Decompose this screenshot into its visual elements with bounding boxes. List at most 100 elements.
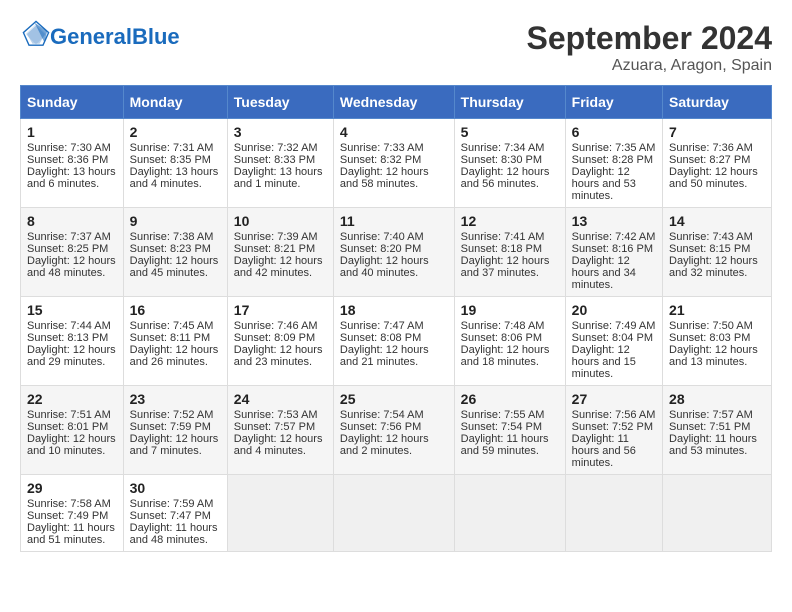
sunset-label: Sunset: 8:23 PM — [130, 243, 211, 255]
sunset-label: Sunset: 8:04 PM — [572, 332, 653, 344]
day-number: 27 — [572, 391, 656, 407]
sunrise-label: Sunrise: 7:44 AM — [27, 320, 111, 332]
calendar-cell: 2Sunrise: 7:31 AMSunset: 8:35 PMDaylight… — [123, 119, 227, 208]
sunrise-label: Sunrise: 7:36 AM — [669, 142, 753, 154]
calendar-row: 1Sunrise: 7:30 AMSunset: 8:36 PMDaylight… — [21, 119, 772, 208]
day-number: 15 — [27, 302, 117, 318]
day-number: 18 — [340, 302, 448, 318]
sunrise-label: Sunrise: 7:30 AM — [27, 142, 111, 154]
calendar-cell: 20Sunrise: 7:49 AMSunset: 8:04 PMDayligh… — [565, 297, 662, 386]
day-number: 10 — [234, 213, 327, 229]
daylight-label: Daylight: 12 hours and 32 minutes. — [669, 255, 758, 279]
daylight-label: Daylight: 11 hours and 51 minutes. — [27, 522, 115, 546]
day-number: 13 — [572, 213, 656, 229]
daylight-label: Daylight: 13 hours and 1 minute. — [234, 166, 323, 190]
day-number: 22 — [27, 391, 117, 407]
daylight-label: Daylight: 12 hours and 29 minutes. — [27, 344, 116, 368]
calendar-cell: 1Sunrise: 7:30 AMSunset: 8:36 PMDaylight… — [21, 119, 124, 208]
sunrise-label: Sunrise: 7:37 AM — [27, 231, 111, 243]
daylight-label: Daylight: 12 hours and 37 minutes. — [461, 255, 550, 279]
sunset-label: Sunset: 8:08 PM — [340, 332, 421, 344]
calendar-cell: 13Sunrise: 7:42 AMSunset: 8:16 PMDayligh… — [565, 208, 662, 297]
calendar-cell: 18Sunrise: 7:47 AMSunset: 8:08 PMDayligh… — [333, 297, 454, 386]
sunset-label: Sunset: 7:52 PM — [572, 421, 653, 433]
daylight-label: Daylight: 13 hours and 6 minutes. — [27, 166, 116, 190]
calendar-cell: 8Sunrise: 7:37 AMSunset: 8:25 PMDaylight… — [21, 208, 124, 297]
daylight-label: Daylight: 12 hours and 15 minutes. — [572, 344, 636, 380]
calendar-cell — [333, 475, 454, 552]
calendar-cell: 6 Sunrise: 7:35 AMSunset: 8:28 PMDaylight… — [565, 119, 662, 208]
calendar-cell: 5Sunrise: 7:34 AMSunset: 8:30 PMDaylight… — [454, 119, 565, 208]
sunset-label: Sunset: 8:35 PM — [130, 154, 211, 166]
header-sunday: Sunday — [21, 86, 124, 119]
calendar-cell: 27Sunrise: 7:56 AMSunset: 7:52 PMDayligh… — [565, 386, 662, 475]
sunrise-label: Sunrise: 7:35 AM — [572, 142, 656, 154]
sunset-label: Sunset: 8:16 PM — [572, 243, 653, 255]
sunset-label: Sunset: 8:30 PM — [461, 154, 542, 166]
sunset-label: Sunset: 7:56 PM — [340, 421, 421, 433]
calendar-cell: 3Sunrise: 7:32 AMSunset: 8:33 PMDaylight… — [227, 119, 333, 208]
daylight-label: Daylight: 12 hours and 2 minutes. — [340, 433, 429, 457]
day-number: 28 — [669, 391, 765, 407]
day-number: 16 — [130, 302, 221, 318]
daylight-label: Daylight: 12 hours and 26 minutes. — [130, 344, 219, 368]
calendar-cell: 30Sunrise: 7:59 AMSunset: 7:47 PMDayligh… — [123, 475, 227, 552]
calendar-cell: 21Sunrise: 7:50 AMSunset: 8:03 PMDayligh… — [663, 297, 772, 386]
day-number: 9 — [130, 213, 221, 229]
title-block: September 2024 Azuara, Aragon, Spain — [527, 20, 772, 75]
daylight-label: Daylight: 11 hours and 53 minutes. — [669, 433, 757, 457]
day-number: 5 — [461, 124, 559, 140]
daylight-label: Daylight: 12 hours and 53 minutes. — [572, 166, 636, 202]
sunset-label: Sunset: 8:15 PM — [669, 243, 750, 255]
logo-icon — [22, 20, 50, 48]
sunrise-label: Sunrise: 7:32 AM — [234, 142, 318, 154]
sunset-label: Sunset: 8:32 PM — [340, 154, 421, 166]
calendar-cell: 26Sunrise: 7:55 AMSunset: 7:54 PMDayligh… — [454, 386, 565, 475]
location: Azuara, Aragon, Spain — [527, 57, 772, 75]
day-number: 12 — [461, 213, 559, 229]
daylight-label: Daylight: 12 hours and 45 minutes. — [130, 255, 219, 279]
sunrise-label: Sunrise: 7:58 AM — [27, 498, 111, 510]
daylight-label: Daylight: 12 hours and 4 minutes. — [234, 433, 323, 457]
calendar-cell — [663, 475, 772, 552]
daylight-label: Daylight: 12 hours and 18 minutes. — [461, 344, 550, 368]
daylight-label: Daylight: 12 hours and 56 minutes. — [461, 166, 550, 190]
calendar-cell: 23Sunrise: 7:52 AMSunset: 7:59 PMDayligh… — [123, 386, 227, 475]
daylight-label: Daylight: 12 hours and 42 minutes. — [234, 255, 323, 279]
day-number: 6 — [572, 124, 656, 140]
sunrise-label: Sunrise: 7:33 AM — [340, 142, 424, 154]
month-title: September 2024 — [527, 20, 772, 57]
sunset-label: Sunset: 8:28 PM — [572, 154, 653, 166]
calendar-row: 22Sunrise: 7:51 AMSunset: 8:01 PMDayligh… — [21, 386, 772, 475]
day-number: 24 — [234, 391, 327, 407]
sunrise-label: Sunrise: 7:39 AM — [234, 231, 318, 243]
sunset-label: Sunset: 7:59 PM — [130, 421, 211, 433]
daylight-label: Daylight: 12 hours and 34 minutes. — [572, 255, 636, 291]
sunset-label: Sunset: 8:03 PM — [669, 332, 750, 344]
sunrise-label: Sunrise: 7:41 AM — [461, 231, 545, 243]
daylight-label: Daylight: 12 hours and 48 minutes. — [27, 255, 116, 279]
calendar-cell: 22Sunrise: 7:51 AMSunset: 8:01 PMDayligh… — [21, 386, 124, 475]
header-friday: Friday — [565, 86, 662, 119]
calendar-cell — [227, 475, 333, 552]
sunrise-label: Sunrise: 7:46 AM — [234, 320, 318, 332]
sunrise-label: Sunrise: 7:59 AM — [130, 498, 214, 510]
sunrise-label: Sunrise: 7:52 AM — [130, 409, 214, 421]
sunset-label: Sunset: 8:11 PM — [130, 332, 211, 344]
day-number: 25 — [340, 391, 448, 407]
sunrise-label: Sunrise: 7:31 AM — [130, 142, 214, 154]
daylight-label: Daylight: 12 hours and 7 minutes. — [130, 433, 219, 457]
sunrise-label: Sunrise: 7:40 AM — [340, 231, 424, 243]
calendar-cell: 11Sunrise: 7:40 AMSunset: 8:20 PMDayligh… — [333, 208, 454, 297]
day-number: 20 — [572, 302, 656, 318]
calendar-cell: 16Sunrise: 7:45 AMSunset: 8:11 PMDayligh… — [123, 297, 227, 386]
sunrise-label: Sunrise: 7:48 AM — [461, 320, 545, 332]
day-number: 2 — [130, 124, 221, 140]
sunrise-label: Sunrise: 7:47 AM — [340, 320, 424, 332]
calendar-row: 15Sunrise: 7:44 AMSunset: 8:13 PMDayligh… — [21, 297, 772, 386]
sunset-label: Sunset: 8:25 PM — [27, 243, 108, 255]
sunrise-label: Sunrise: 7:43 AM — [669, 231, 753, 243]
daylight-label: Daylight: 12 hours and 10 minutes. — [27, 433, 116, 457]
sunset-label: Sunset: 8:36 PM — [27, 154, 108, 166]
calendar-cell: 14Sunrise: 7:43 AMSunset: 8:15 PMDayligh… — [663, 208, 772, 297]
